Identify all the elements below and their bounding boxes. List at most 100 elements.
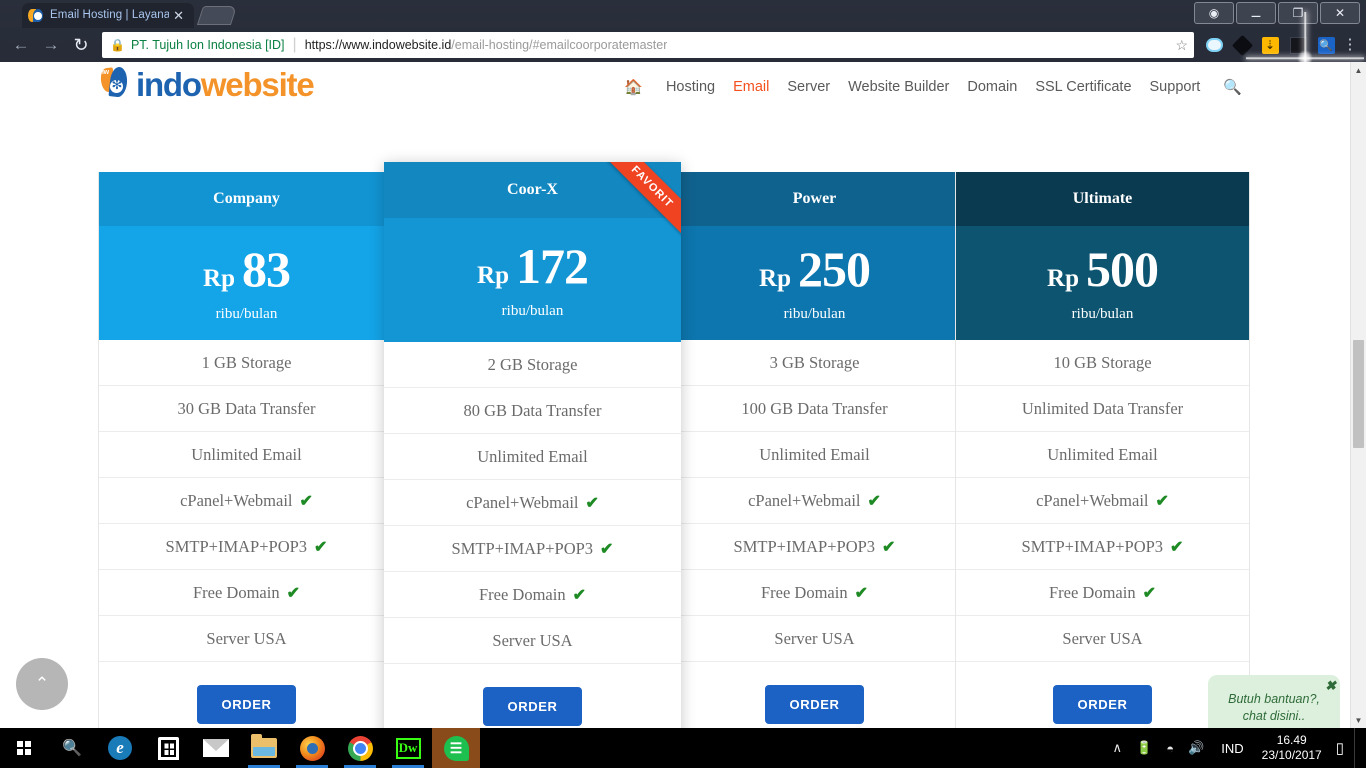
order-button[interactable]: ORDER xyxy=(1052,684,1153,724)
nav-item-website-builder[interactable]: Website Builder xyxy=(848,79,949,95)
close-button[interactable]: ✕ xyxy=(1320,2,1360,24)
taskbar-firefox[interactable] xyxy=(288,728,336,768)
feature-label: Free Domain xyxy=(478,584,566,604)
taskbar-edge[interactable]: e xyxy=(96,728,144,768)
nav-item-email[interactable]: Email xyxy=(733,79,769,95)
scrollbar-thumb[interactable] xyxy=(1353,340,1364,448)
check-icon: ✔ xyxy=(572,586,586,604)
volume-icon[interactable]: 🔊 xyxy=(1181,740,1211,756)
download-extension-icon[interactable]: ⇣ xyxy=(1257,32,1283,58)
taskbar-file-explorer[interactable] xyxy=(240,728,288,768)
feature-row: Server USA xyxy=(672,616,957,662)
reload-icon[interactable]: ↻ xyxy=(66,30,96,60)
page-scrollbar[interactable]: ▲ ▼ xyxy=(1350,62,1366,728)
back-icon[interactable]: ← xyxy=(6,30,36,60)
clock-date: 23/10/2017 xyxy=(1261,748,1322,762)
forward-icon[interactable]: → xyxy=(36,30,66,60)
lock-icon: 🔒 xyxy=(110,38,125,52)
chat-bubble-line2: chat disini.. xyxy=(1242,709,1306,723)
site-owner-label: PT. Tujuh Ion Indonesia [ID] xyxy=(130,38,285,52)
restore-button[interactable]: ❐ xyxy=(1278,2,1318,24)
feature-row: cPanel+Webmail ✔ xyxy=(672,478,957,524)
search-icon[interactable]: 🔍 xyxy=(1223,78,1242,96)
new-tab-button[interactable] xyxy=(196,6,238,25)
order-button[interactable]: ORDER xyxy=(764,684,865,724)
show-desktop-button[interactable] xyxy=(1354,728,1360,768)
feature-label: 10 GB Storage xyxy=(1053,352,1152,372)
price-period: ribu/bulan xyxy=(783,305,846,322)
search-icon: 🔍 xyxy=(62,740,82,757)
firefox-icon xyxy=(299,735,325,761)
tab-title: Email Hosting | Layanan xyxy=(50,9,170,21)
dark-extension-icon[interactable] xyxy=(1229,32,1255,58)
feature-label: 1 GB Storage xyxy=(201,352,292,372)
feature-row: Server USA xyxy=(384,618,681,664)
taskbar-chrome[interactable] xyxy=(336,728,384,768)
windows-taskbar: 🔍 e Dw ☰ ∧ 🔋 ◓ 🔊 IND 16.49 23/10/2017 ▯ xyxy=(0,728,1366,768)
black-extension-icon[interactable] xyxy=(1285,32,1311,58)
nav-item-domain[interactable]: Domain xyxy=(967,79,1017,95)
feature-label: Unlimited Email xyxy=(191,444,302,464)
feature-label: Server USA xyxy=(1062,628,1143,648)
battery-icon[interactable]: 🔋 xyxy=(1129,740,1159,756)
bookmark-star-icon[interactable]: ☆ xyxy=(1167,37,1188,54)
search-button[interactable]: 🔍 xyxy=(48,728,96,768)
start-button[interactable] xyxy=(0,728,48,768)
feature-row: 1 GB Storage xyxy=(99,340,394,386)
feature-row: Unlimited Data Transfer xyxy=(956,386,1249,432)
taskbar-chat-app[interactable]: ☰ xyxy=(432,728,480,768)
chat-prompt-bubble[interactable]: ✖ Butuh bantuan?, chat disini.. xyxy=(1208,675,1340,728)
account-button[interactable]: ◉ xyxy=(1194,2,1234,24)
language-indicator[interactable]: IND xyxy=(1211,741,1253,756)
order-button[interactable]: ORDER xyxy=(196,684,297,724)
feature-label: Unlimited Email xyxy=(1047,444,1158,464)
price-period: ribu/bulan xyxy=(501,302,564,319)
tray-overflow-icon[interactable]: ∧ xyxy=(1106,740,1130,756)
tab-close-icon[interactable]: ✕ xyxy=(169,9,188,22)
feature-label: SMTP+IMAP+POP3 xyxy=(165,536,308,556)
feature-row: 80 GB Data Transfer xyxy=(384,388,681,434)
feature-label: SMTP+IMAP+POP3 xyxy=(451,538,594,558)
site-header: iw indowebsite 🏠 Hosting Email Server We… xyxy=(0,62,1350,114)
file-explorer-icon xyxy=(251,734,277,758)
feature-row: Free Domain ✔ xyxy=(99,570,394,616)
browser-menu-icon[interactable]: ⋮ xyxy=(1340,37,1360,52)
dreamweaver-icon: Dw xyxy=(395,737,421,759)
notifications-icon[interactable]: ▯ xyxy=(1330,739,1354,757)
cloud-extension-icon[interactable] xyxy=(1201,32,1227,58)
feature-row: SMTP+IMAP+POP3 ✔ xyxy=(384,526,681,572)
search-extension-icon[interactable]: 🔍 xyxy=(1313,32,1339,58)
pricing-table: Company Rp 83 ribu/bulan 1 GB Storage 30… xyxy=(98,162,1250,728)
address-bar[interactable]: 🔒 PT. Tujuh Ion Indonesia [ID] | https:/… xyxy=(102,32,1194,58)
wifi-icon[interactable]: ◓ xyxy=(1159,741,1181,756)
plan-name: Ultimate xyxy=(956,172,1249,226)
browser-tab[interactable]: Email Hosting | Layanan ✕ xyxy=(22,2,194,28)
taskbar-dreamweaver[interactable]: Dw xyxy=(384,728,432,768)
nav-item-hosting[interactable]: Hosting xyxy=(666,79,715,95)
nav-item-server[interactable]: Server xyxy=(787,79,830,95)
taskbar-mail[interactable] xyxy=(192,728,240,768)
home-icon[interactable]: 🏠 xyxy=(624,78,643,96)
site-logo[interactable]: iw indowebsite xyxy=(99,66,315,101)
feature-label: SMTP+IMAP+POP3 xyxy=(733,536,876,556)
plan-price-block: Rp 83 ribu/bulan xyxy=(99,226,394,340)
minimize-button[interactable]: ⚊ xyxy=(1236,2,1276,24)
feature-row: SMTP+IMAP+POP3 ✔ xyxy=(99,524,394,570)
scroll-up-arrow-icon[interactable]: ▲ xyxy=(1351,62,1366,78)
clock[interactable]: 16.49 23/10/2017 xyxy=(1254,733,1330,763)
system-tray: ∧ 🔋 ◓ 🔊 IND 16.49 23/10/2017 ▯ xyxy=(1106,728,1366,768)
tab-favicon-icon xyxy=(28,8,44,23)
taskbar-store[interactable] xyxy=(144,728,192,768)
browser-tabstrip: Email Hosting | Layanan ✕ ◉ ⚊ ❐ ✕ xyxy=(0,0,1366,28)
order-button[interactable]: ORDER xyxy=(482,686,583,726)
scroll-to-top-button[interactable]: ⌃ xyxy=(16,658,68,710)
close-icon[interactable]: ✖ xyxy=(1325,677,1336,695)
scroll-down-arrow-icon[interactable]: ▼ xyxy=(1351,712,1366,728)
currency-label: Rp xyxy=(1047,264,1079,292)
screen: Email Hosting | Layanan ✕ ◉ ⚊ ❐ ✕ ← → ↻ … xyxy=(0,0,1366,768)
pricing-card-coor-x: FAVORIT Coor-X Rp 172 ribu/bulan 2 GB St… xyxy=(384,162,681,728)
main-nav: 🏠 Hosting Email Server Website Builder D… xyxy=(624,78,1242,96)
nav-item-ssl-certificate[interactable]: SSL Certificate xyxy=(1035,79,1131,95)
feature-label: 80 GB Data Transfer xyxy=(463,400,602,420)
nav-item-support[interactable]: Support xyxy=(1150,79,1201,95)
